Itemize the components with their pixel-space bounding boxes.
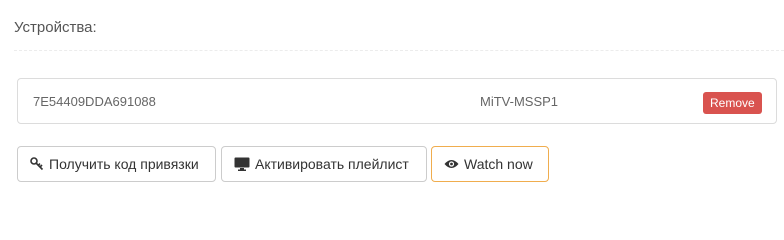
remove-device-button[interactable]: Remove [703,92,762,114]
watch-now-label: Watch now [464,156,533,172]
get-link-code-label: Получить код привязки [49,156,199,172]
eye-icon [444,158,459,170]
device-id: 7E54409DDA691088 [33,94,156,109]
key-icon [30,157,44,171]
watch-now-button[interactable]: Watch now [431,146,549,182]
get-link-code-button[interactable]: Получить код привязки [17,146,216,182]
section-title: Устройства: [14,19,97,36]
section-divider [14,50,784,51]
activate-playlist-button[interactable]: Активировать плейлист [221,146,427,182]
activate-playlist-label: Активировать плейлист [255,156,409,172]
device-name: MiTV-MSSP1 [480,94,559,109]
device-row: 7E54409DDA691088 MiTV-MSSP1 Remove [17,78,777,124]
monitor-icon [234,157,250,171]
